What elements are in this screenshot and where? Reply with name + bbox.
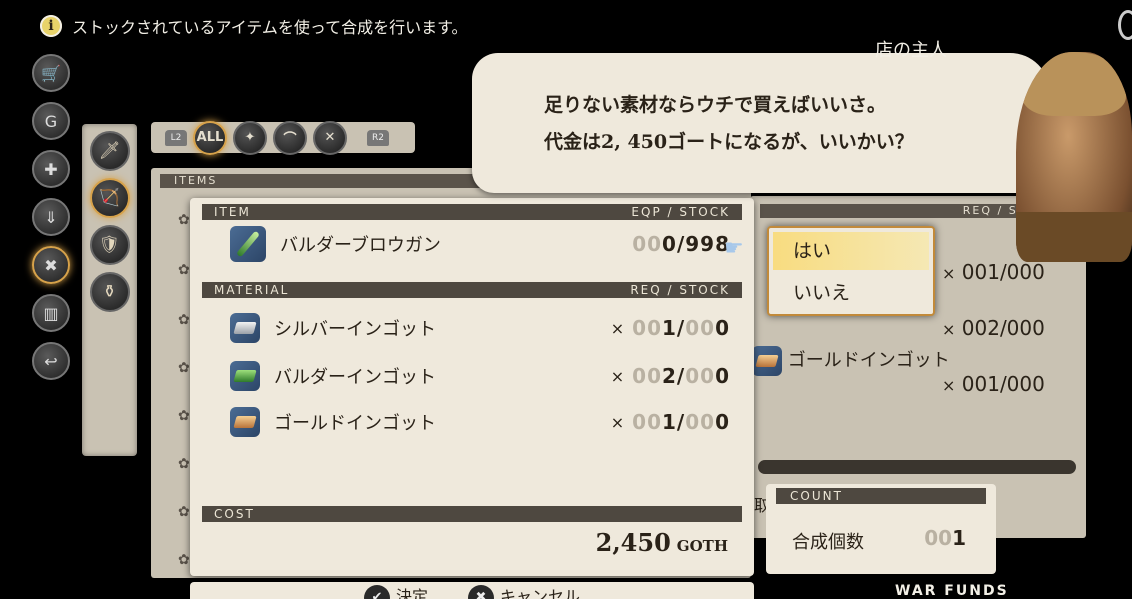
- filter-tab-all[interactable]: ALL: [193, 120, 227, 155]
- silver-ingot-icon: [230, 313, 260, 343]
- confirm-prompt[interactable]: ✔ 決定: [363, 583, 428, 599]
- count-panel: COUNT 合成個数 001: [766, 484, 996, 574]
- cancel-button-icon: ✖: [468, 584, 494, 599]
- cost-header: COST: [202, 506, 742, 522]
- category-column: 🗡 🏹 🛡 ⚱: [82, 124, 137, 456]
- right-row: × 002/000: [942, 316, 1045, 340]
- list-gear-icon: ✿: [178, 408, 190, 424]
- material-header: MATERIAL REQ / STOCK: [202, 282, 742, 298]
- r2-button-icon[interactable]: R2: [367, 129, 389, 146]
- list-gear-icon: ✿: [178, 552, 190, 568]
- list-gear-icon: ✿: [178, 456, 190, 472]
- shopkeeper-portrait: [1016, 52, 1132, 262]
- cancel-prompt[interactable]: ✖ キャンセル: [468, 583, 580, 599]
- dialog-text: 足りない素材ならウチで買えばいいさ。 代金は2, 450ゴートになるが、いいかい…: [544, 94, 914, 153]
- list-gear-icon: ✿: [178, 312, 190, 328]
- info-icon: i: [40, 15, 62, 37]
- count-value[interactable]: 001: [924, 526, 966, 550]
- right-row: ゴールドインゴット: [752, 346, 950, 376]
- speaker-name: 店の主人: [875, 40, 947, 61]
- list-gear-icon: ✿: [178, 504, 190, 520]
- confirm-button-icon: ✔: [363, 584, 390, 599]
- sell-item-icon[interactable]: ⇓: [32, 198, 70, 236]
- consumable-category-icon[interactable]: ⚱: [89, 272, 130, 312]
- target-item-stock: 000/998: [632, 232, 730, 256]
- goth-coin-icon[interactable]: G: [32, 102, 70, 140]
- side-menu: 🛒 G ✚ ⇓ ✖ ▥ ↩: [32, 54, 74, 390]
- right-materials-header: REQ / STOCK: [760, 204, 1060, 218]
- sword-category-icon[interactable]: 🗡: [89, 131, 130, 171]
- buy-item-icon[interactable]: ✚: [32, 150, 70, 188]
- l2-button-icon[interactable]: L2: [165, 129, 187, 146]
- filter-tab-2[interactable]: ✦: [233, 120, 267, 155]
- list-gear-icon: ✿: [178, 212, 190, 228]
- shop-cart-icon[interactable]: 🛒: [32, 54, 70, 92]
- gold-ingot-icon: [230, 407, 260, 437]
- cost-value: 2,450 GOTH: [595, 528, 728, 557]
- corner-icon: [1118, 10, 1132, 40]
- filter-tab-4[interactable]: ✕: [313, 120, 347, 155]
- balder-ingot-icon: [230, 361, 260, 391]
- list-gear-icon: ✿: [178, 360, 190, 376]
- speech-bubble: 足りない素材ならウチで買えばいいさ。 代金は2, 450ゴートになるが、いいかい…: [472, 53, 1050, 193]
- item-header: ITEM EQP / STOCK: [202, 204, 742, 220]
- right-row: × 001/000: [942, 372, 1045, 396]
- synthesize-icon[interactable]: ✖: [32, 246, 70, 284]
- confirm-choice-box: はい いいえ: [767, 226, 935, 316]
- bow-category-icon[interactable]: 🏹: [89, 178, 130, 218]
- material-row: シルバーインゴット × 001/000: [230, 308, 730, 348]
- synthesis-detail-panel: ITEM EQP / STOCK バルダーブロウガン 000/998 MATERI…: [190, 198, 754, 576]
- right-row: × 001/000: [942, 260, 1045, 284]
- material-row: バルダーインゴット × 002/000: [230, 356, 730, 396]
- armor-category-icon[interactable]: 🛡: [89, 225, 130, 265]
- material-row: ゴールドインゴット × 001/000: [230, 402, 730, 442]
- stats-icon[interactable]: ▥: [32, 294, 70, 332]
- gold-ingot-icon: [752, 346, 782, 376]
- count-label: 合成個数: [792, 532, 864, 553]
- button-prompt-bar: ✔ 決定 ✖ キャンセル: [190, 582, 754, 599]
- war-funds-label: WAR FUNDS: [895, 583, 1009, 599]
- choice-no[interactable]: いいえ: [773, 274, 929, 312]
- back-icon[interactable]: ↩: [32, 342, 70, 380]
- right-scroll-bar: [758, 460, 1076, 474]
- info-bar: i ストックされているアイテムを使って合成を行います。: [40, 12, 468, 40]
- list-gear-icon: ✿: [178, 262, 190, 278]
- count-header: COUNT: [776, 488, 986, 504]
- choice-yes[interactable]: はい: [773, 232, 929, 270]
- filter-tab-3[interactable]: ⌒: [273, 120, 307, 155]
- target-item-row: バルダーブロウガン 000/998: [230, 224, 730, 264]
- target-item-name: バルダーブロウガン: [280, 235, 441, 256]
- blowgun-icon: [230, 226, 266, 262]
- info-message: ストックされているアイテムを使って合成を行います。: [72, 18, 468, 37]
- filter-bar: L2 ALL ✦ ⌒ ✕ R2: [151, 120, 415, 155]
